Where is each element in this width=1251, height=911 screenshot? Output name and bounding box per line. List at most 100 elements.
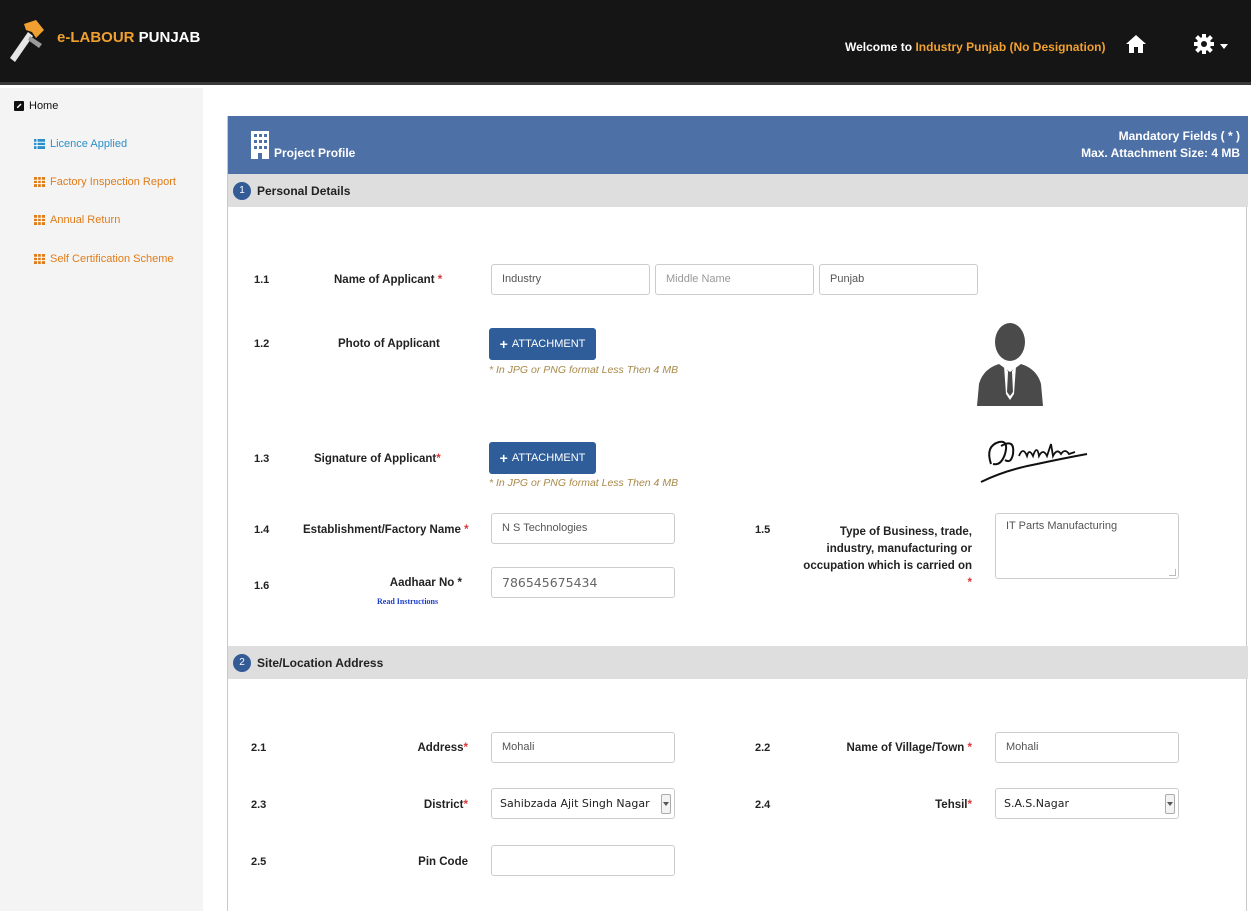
district-label: District* [358,799,468,811]
applicant-photo-avatar [971,314,1049,406]
district-select[interactable]: Sahibzada Ajit Singh Nagar [491,788,675,819]
gear-icon [1194,34,1214,54]
section-number-badge: 2 [233,654,251,672]
textarea-value: IT Parts Manufacturing [1006,520,1118,532]
section-site-location-header: 2 Site/Location Address [228,646,1248,679]
section-personal-details-header: 1 Personal Details [228,174,1248,207]
brand-name-part1: e-LABOUR [57,29,135,46]
aadhaar-input[interactable]: 786545675434 [491,567,675,598]
required-marker: * [967,742,972,754]
section-title: Site/Location Address [257,656,384,670]
home-icon[interactable] [1125,33,1147,55]
label-text: Tehsil [935,799,968,811]
sidebar: Home Licence Applied Factory Inspection … [0,88,203,911]
sidebar-item-label: Factory Inspection Report [50,176,176,188]
plus-icon: + [499,450,508,466]
signature-image [980,440,1088,483]
caret-down-icon [1220,44,1228,49]
settings-menu[interactable] [1193,33,1229,55]
field-number: 1.6 [254,580,270,592]
panel-notes: Mandatory Fields ( * ) Max. Attachment S… [1081,128,1240,162]
field-number: 2.4 [755,799,771,811]
field-number: 1.4 [254,524,270,536]
field-number: 2.2 [755,742,771,754]
button-label: ATTACHMENT [511,338,586,350]
label-text: Signature of Applicant [314,453,437,465]
name-of-applicant-label: Name of Applicant * [334,274,442,286]
table-icon [34,215,45,225]
signature-of-applicant-label: Signature of Applicant* [314,453,441,465]
required-marker: * [967,577,972,589]
field-number: 1.5 [755,524,771,536]
business-type-label: Type of Business, trade, industry, manuf… [794,524,972,592]
panel-title: Project Profile [274,146,356,160]
tehsil-label: Tehsil* [868,799,972,811]
label-line: industry, manufacturing or [826,543,972,555]
photo-attachment-button[interactable]: + ATTACHMENT [489,328,596,360]
first-name-input[interactable]: Industry [491,264,650,295]
required-marker: * [436,453,441,465]
required-marker: * [437,274,443,286]
section-number-badge: 1 [233,182,251,200]
sidebar-item-label: Annual Return [50,214,121,226]
field-number: 1.1 [254,274,270,286]
last-name-input[interactable]: Punjab [819,264,978,295]
field-number: 1.2 [254,338,270,350]
welcome-prefix: Welcome to [845,40,916,54]
required-marker: * [967,799,972,811]
label-text: Aadhaar No [389,577,455,589]
select-value: Sahibzada Ajit Singh Nagar [500,797,650,810]
label-line: Type of Business, trade, [839,526,972,538]
edit-icon [14,101,24,111]
top-navbar: e-LABOUR PUNJAB Welcome to Industry Punj… [0,0,1251,85]
tehsil-select[interactable]: S.A.S.Nagar [995,788,1179,819]
panel-header: Project Profile Mandatory Fields ( * ) M… [228,116,1248,174]
table-icon [34,254,45,264]
village-town-label: Name of Village/Town * [808,742,972,754]
sidebar-item-self-certification-scheme[interactable]: Self Certification Scheme [34,253,174,265]
label-text: Name of Village/Town [846,742,965,754]
sidebar-item-annual-return[interactable]: Annual Return [34,214,120,226]
required-marker: * [463,742,468,754]
sidebar-item-licence-applied[interactable]: Licence Applied [34,138,127,150]
project-profile-panel: Project Profile Mandatory Fields ( * ) M… [227,116,1248,911]
attachment-size-note: Max. Attachment Size: 4 MB [1081,146,1240,160]
middle-name-input[interactable]: Middle Name [655,264,814,295]
sidebar-home[interactable]: Home [14,100,58,112]
field-number: 1.3 [254,453,270,465]
select-value: S.A.S.Nagar [1004,797,1070,810]
dropdown-caret-icon [1165,794,1175,814]
plus-icon: + [499,336,508,352]
required-marker: * [457,577,462,589]
button-label: ATTACHMENT [511,452,586,464]
pin-code-label: Pin Code [418,856,468,868]
required-marker: * [463,799,468,811]
address-label: Address* [358,742,468,754]
dropdown-caret-icon [661,794,671,814]
field-number: 2.1 [251,742,267,754]
photo-format-hint: * In JPG or PNG format Less Then 4 MB [489,364,679,376]
welcome-message: Welcome to Industry Punjab (No Designati… [845,40,1105,54]
establishment-name-input[interactable]: N S Technologies [491,513,675,544]
field-number: 2.3 [251,799,267,811]
app-brand[interactable]: e-LABOUR PUNJAB [57,29,200,46]
resize-handle[interactable] [1169,569,1176,576]
label-text: Name of Applicant [334,274,435,286]
read-instructions-link[interactable]: Read Instructions [377,597,438,606]
business-type-textarea[interactable]: IT Parts Manufacturing [995,513,1179,579]
required-marker: * [464,524,469,536]
brand-name-part2: PUNJAB [138,29,201,46]
sidebar-item-factory-inspection-report[interactable]: Factory Inspection Report [34,176,176,188]
address-input[interactable]: Mohali [491,732,675,763]
signature-attachment-button[interactable]: + ATTACHMENT [489,442,596,474]
sidebar-item-label: Self Certification Scheme [50,253,174,265]
photo-of-applicant-label: Photo of Applicant [338,338,440,350]
field-number: 2.5 [251,856,267,868]
village-town-input[interactable]: Mohali [995,732,1179,763]
pin-code-input[interactable] [491,845,675,876]
table-icon [34,177,45,187]
establishment-name-label: Establishment/Factory Name * [303,524,469,536]
sidebar-home-label: Home [29,100,59,112]
label-text: Establishment/Factory Name [303,524,461,536]
welcome-user[interactable]: Industry Punjab (No Designation) [915,40,1105,54]
